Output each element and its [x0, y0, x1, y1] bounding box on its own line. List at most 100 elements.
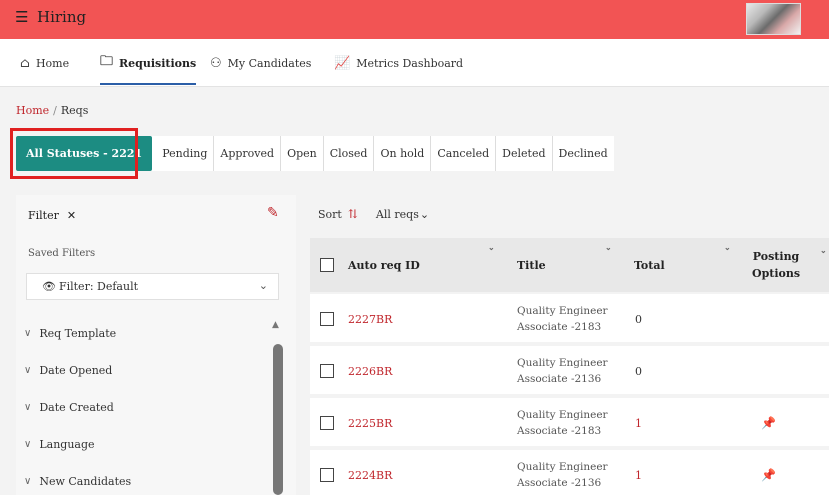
req-title: Quality Engineer — [517, 409, 608, 421]
filter-panel: Filter ✕ ✎ Saved Filters 👁 Filter: Defau… — [16, 195, 296, 495]
tab-canceled[interactable]: Canceled — [431, 136, 497, 171]
chevron-down-icon: ∨ — [24, 328, 32, 339]
table-row[interactable]: 2227BR Quality Engineer Associate -2183 … — [310, 294, 829, 344]
tab-pending[interactable]: Pending — [156, 136, 215, 171]
filter-group-date-created[interactable]: ∨ Date Created — [16, 389, 296, 426]
pin-icon[interactable]: 📌 — [761, 468, 776, 482]
nav-item-label: Home — [35, 56, 70, 70]
saved-filter-value: Filter: Default — [58, 280, 139, 293]
tab-on-hold[interactable]: On hold — [374, 136, 432, 171]
nav-item-my-candidates[interactable]: ⚇ My Candidates — [210, 39, 311, 87]
filter-group-new-candidates[interactable]: ∨ New Candidates — [16, 463, 296, 495]
req-title: Associate -2183 — [517, 321, 602, 333]
filter-group-req-template[interactable]: ∨ Req Template — [16, 315, 296, 352]
status-tabs: All Statuses - 2221 Pending Approved Ope… — [16, 136, 614, 171]
row-checkbox[interactable] — [320, 364, 334, 378]
tab-all-statuses[interactable]: All Statuses - 2221 — [16, 136, 153, 171]
sort-label: Sort — [318, 207, 342, 221]
filter-group-label: New Candidates — [39, 475, 132, 488]
main-nav: ⌂ Home 🗀 Requisitions ⚇ My Candidates 📈 … — [0, 39, 829, 87]
breadcrumb-home[interactable]: Home — [16, 104, 49, 117]
table-header: Auto req ID ⌄ Title ⌄ Total ⌄ Posting Op… — [310, 238, 829, 292]
chevron-down-icon: ∨ — [24, 439, 32, 450]
saved-filters-label: Saved Filters — [28, 248, 96, 259]
filter-group-date-opened[interactable]: ∨ Date Opened — [16, 352, 296, 389]
filter-group-label: Date Opened — [39, 364, 113, 377]
chevron-down-icon: ⌄ — [258, 279, 268, 292]
nav-item-home[interactable]: ⌂ Home — [20, 39, 69, 87]
close-icon[interactable]: ✕ — [67, 209, 76, 222]
chevron-down-icon: ∨ — [24, 365, 32, 376]
req-title: Quality Engineer — [517, 305, 608, 317]
chevron-down-icon: ∨ — [24, 402, 32, 413]
breadcrumb: Home / Reqs — [16, 104, 88, 117]
chevron-down-icon[interactable]: ⌄ — [420, 208, 429, 221]
tab-approved[interactable]: Approved — [214, 136, 282, 171]
filter-group-label: Date Created — [39, 401, 114, 414]
column-menu-icon[interactable]: ⌄ — [724, 242, 731, 252]
req-title: Associate -2136 — [517, 373, 602, 385]
people-icon: ⚇ — [210, 55, 222, 71]
req-title: Quality Engineer — [517, 357, 608, 369]
chart-icon: 📈 — [334, 55, 351, 71]
column-menu-icon[interactable]: ⌄ — [605, 242, 612, 252]
folder-icon: 🗀 — [100, 54, 114, 69]
sort-icon[interactable]: ⇅ — [348, 207, 358, 221]
home-icon: ⌂ — [20, 55, 30, 71]
filter-group-language[interactable]: ∨ Language — [16, 426, 296, 463]
column-menu-icon[interactable]: ⌄ — [488, 242, 495, 252]
breadcrumb-separator: / — [53, 104, 57, 117]
hamburger-icon[interactable]: ☰ — [15, 8, 28, 26]
column-menu-icon[interactable]: ⌄ — [820, 242, 827, 259]
column-header-total[interactable]: Total ⌄ — [634, 238, 731, 292]
row-checkbox[interactable] — [320, 468, 334, 482]
req-total[interactable]: 1 — [635, 469, 642, 482]
row-checkbox[interactable] — [320, 416, 334, 430]
req-title: Associate -2183 — [517, 425, 602, 437]
tab-open[interactable]: Open — [281, 136, 324, 171]
req-id-link[interactable]: 2225BR — [348, 417, 392, 430]
nav-item-requisitions[interactable]: 🗀 Requisitions — [100, 39, 197, 87]
req-id-link[interactable]: 2226BR — [348, 365, 392, 378]
sort-bar: Sort ⇅ All reqs ⌄ — [318, 207, 429, 221]
req-title: Quality Engineer — [517, 461, 608, 473]
filter-group-label: Req Template — [39, 327, 117, 340]
tab-declined[interactable]: Declined — [553, 136, 614, 171]
scrollbar-thumb[interactable] — [273, 344, 283, 495]
view-select[interactable]: All reqs — [376, 208, 419, 221]
req-total: 0 — [635, 364, 642, 378]
select-all-checkbox[interactable] — [320, 238, 334, 292]
saved-filter-select[interactable]: 👁 Filter: Default ⌄ — [26, 273, 279, 300]
req-total[interactable]: 1 — [635, 417, 642, 430]
req-id-link[interactable]: 2224BR — [348, 469, 392, 482]
app-title: Hiring — [37, 8, 87, 26]
filter-title: Filter — [28, 209, 59, 222]
table-row[interactable]: 2226BR Quality Engineer Associate -2136 … — [310, 346, 829, 396]
nav-item-label: My Candidates — [227, 56, 312, 70]
nav-item-metrics-dashboard[interactable]: 📈 Metrics Dashboard — [334, 39, 463, 87]
tab-closed[interactable]: Closed — [324, 136, 375, 171]
req-total: 0 — [635, 312, 642, 326]
table-row[interactable]: 2225BR Quality Engineer Associate -2183 … — [310, 398, 829, 448]
filter-group-label: Language — [39, 438, 95, 451]
column-header-posting-options[interactable]: Posting Options ⌄ — [752, 238, 827, 292]
nav-item-label: Metrics Dashboard — [356, 56, 464, 70]
column-header-id[interactable]: Auto req ID ⌄ — [348, 238, 495, 292]
scroll-up-icon[interactable]: ▲ — [272, 320, 279, 330]
column-header-title[interactable]: Title ⌄ — [517, 238, 612, 292]
app-header: ☰ Hiring — [0, 0, 829, 39]
filter-scrollbar[interactable]: ▲ — [272, 320, 284, 495]
chevron-down-icon: ∨ — [24, 476, 32, 487]
avatar[interactable] — [746, 3, 801, 35]
nav-item-label: Requisitions — [119, 56, 197, 70]
req-title: Associate -2136 — [517, 477, 602, 489]
eye-icon: 👁 — [42, 280, 56, 293]
tab-deleted[interactable]: Deleted — [496, 136, 553, 171]
pin-icon[interactable]: 📌 — [761, 416, 776, 430]
table-row[interactable]: 2224BR Quality Engineer Associate -2136 … — [310, 450, 829, 495]
edit-icon[interactable]: ✎ — [267, 205, 279, 221]
breadcrumb-current: Reqs — [60, 104, 89, 117]
req-id-link[interactable]: 2227BR — [348, 313, 392, 326]
row-checkbox[interactable] — [320, 312, 334, 326]
filter-group-list: ∨ Req Template ∨ Date Opened ∨ Date Crea… — [16, 315, 296, 495]
